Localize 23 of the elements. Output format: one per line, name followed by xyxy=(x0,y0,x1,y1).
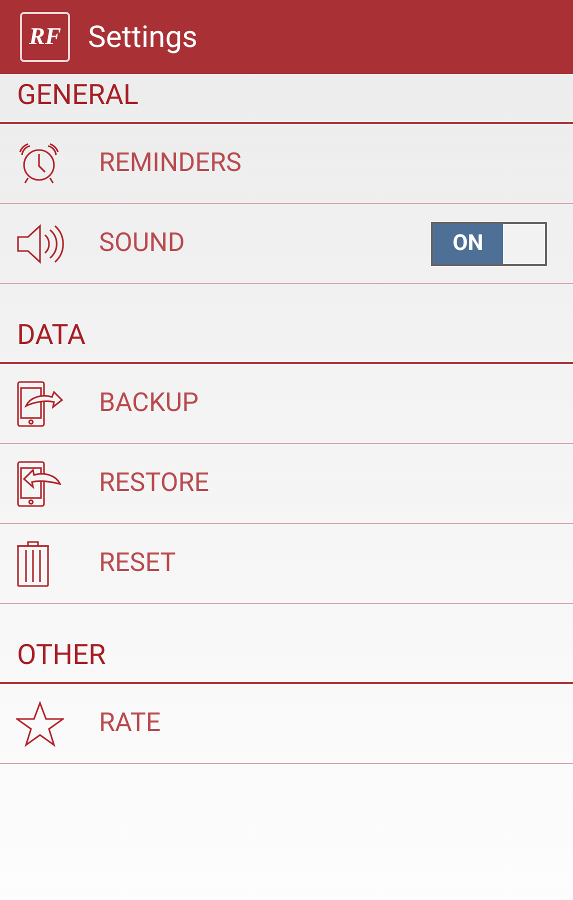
speaker-icon xyxy=(16,222,64,264)
section-header: GENERAL xyxy=(17,77,138,113)
row-label: RESET xyxy=(99,547,176,580)
row-label: SOUND xyxy=(99,227,185,260)
trash-can-icon xyxy=(16,540,50,588)
row-label: RATE xyxy=(99,707,161,740)
phone-arrow-icon xyxy=(16,380,64,428)
settings-row[interactable]: RESTORE xyxy=(0,444,573,524)
toggle-switch[interactable]: ON xyxy=(431,222,547,266)
row-label: RESTORE xyxy=(99,467,210,500)
settings-row[interactable]: SOUND ON xyxy=(0,204,573,284)
settings-row[interactable]: REMINDERS xyxy=(0,124,573,204)
row-label: BACKUP xyxy=(99,387,199,420)
screen-title: Settings xyxy=(88,18,198,56)
settings-row[interactable]: RESET xyxy=(0,524,573,604)
settings-row[interactable]: RATE xyxy=(0,684,573,764)
star-icon xyxy=(16,700,64,746)
phone-arrow-icon xyxy=(16,460,64,508)
settings-row[interactable]: BACKUP xyxy=(0,364,573,444)
row-label: REMINDERS xyxy=(99,147,242,180)
section-header: DATA xyxy=(17,317,86,353)
app-logo: RF xyxy=(20,12,70,62)
section-header: OTHER xyxy=(17,637,106,673)
